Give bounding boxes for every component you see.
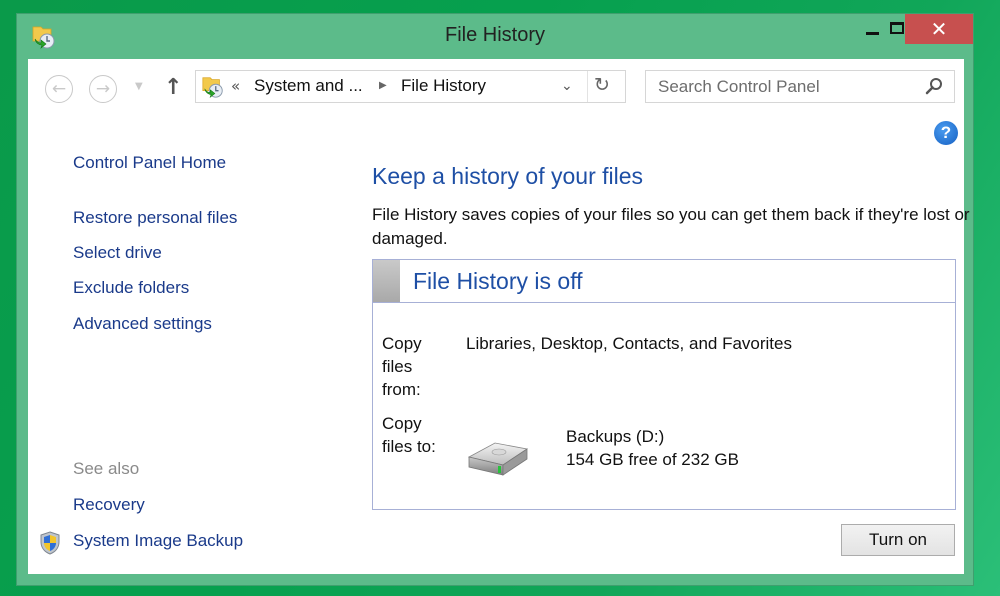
title-bar[interactable]: File History ✕ xyxy=(17,14,973,59)
sidebar-restore-personal-files[interactable]: Restore personal files xyxy=(73,208,237,228)
copy-from-value: Libraries, Desktop, Contacts, and Favori… xyxy=(466,334,792,353)
status-text: File History is off xyxy=(413,268,583,294)
page-description: File History saves copies of your files … xyxy=(372,205,970,248)
see-also-heading: See also xyxy=(73,459,140,478)
up-arrow-icon: ↑ xyxy=(164,75,183,100)
search-box[interactable] xyxy=(645,70,955,103)
refresh-icon[interactable]: ↻ xyxy=(594,74,610,96)
close-button[interactable]: ✕ xyxy=(905,14,973,44)
search-input[interactable] xyxy=(646,71,916,102)
minimize-icon xyxy=(865,31,879,35)
page-title: Keep a history of your files xyxy=(372,163,644,189)
window-title: File History xyxy=(444,24,545,46)
file-history-window: File History ✕ ← → ▼ ↑ « System and ... … xyxy=(16,13,974,586)
forward-arrow-icon: → xyxy=(95,79,111,99)
recent-locations-button[interactable]: ▼ xyxy=(135,81,143,92)
back-arrow-icon: ← xyxy=(51,79,67,99)
help-icon[interactable]: ? xyxy=(934,121,958,145)
sidebar-control-panel-home[interactable]: Control Panel Home xyxy=(73,153,226,173)
status-header: File History is off xyxy=(373,260,955,303)
see-also-recovery[interactable]: Recovery xyxy=(73,495,145,515)
sidebar-exclude-folders[interactable]: Exclude folders xyxy=(73,278,189,298)
forward-button[interactable]: → xyxy=(89,75,117,103)
breadcrumb-separator-icon[interactable]: ▶ xyxy=(379,80,387,91)
sidebar-select-drive[interactable]: Select drive xyxy=(73,243,162,263)
copy-to-label: Copy files to: xyxy=(382,414,436,456)
file-history-location-icon xyxy=(202,77,223,98)
close-icon: ✕ xyxy=(930,17,948,41)
breadcrumb-system-and-security[interactable]: System and ... xyxy=(254,76,363,96)
sidebar-advanced-settings[interactable]: Advanced settings xyxy=(73,314,212,334)
breadcrumb-file-history[interactable]: File History xyxy=(401,76,486,96)
copy-from-label: Copy files from: xyxy=(382,334,422,399)
status-panel: File History is off Copy files from: Lib… xyxy=(372,259,956,510)
address-bar[interactable]: « System and ... ▶ File History ⌄ ↻ xyxy=(195,70,626,103)
hard-drive-icon xyxy=(467,442,529,476)
search-icon[interactable] xyxy=(924,76,944,96)
maximize-icon xyxy=(890,22,904,34)
back-button[interactable]: ← xyxy=(45,75,73,103)
drive-space: 154 GB free of 232 GB xyxy=(566,450,739,469)
see-also-system-image-backup[interactable]: System Image Backup xyxy=(73,531,243,551)
up-button[interactable]: ↑ xyxy=(164,75,182,100)
address-dropdown-icon[interactable]: ⌄ xyxy=(561,78,573,94)
chevron-down-icon: ▼ xyxy=(135,81,143,92)
client-area: ← → ▼ ↑ « System and ... ▶ File History … xyxy=(28,59,970,574)
status-indicator xyxy=(373,260,400,302)
drive-name: Backups (D:) xyxy=(566,427,665,446)
address-divider xyxy=(587,71,588,102)
uac-shield-icon xyxy=(40,531,60,555)
turn-on-button[interactable]: Turn on xyxy=(841,524,955,556)
address-overflow-icon[interactable]: « xyxy=(231,77,240,95)
